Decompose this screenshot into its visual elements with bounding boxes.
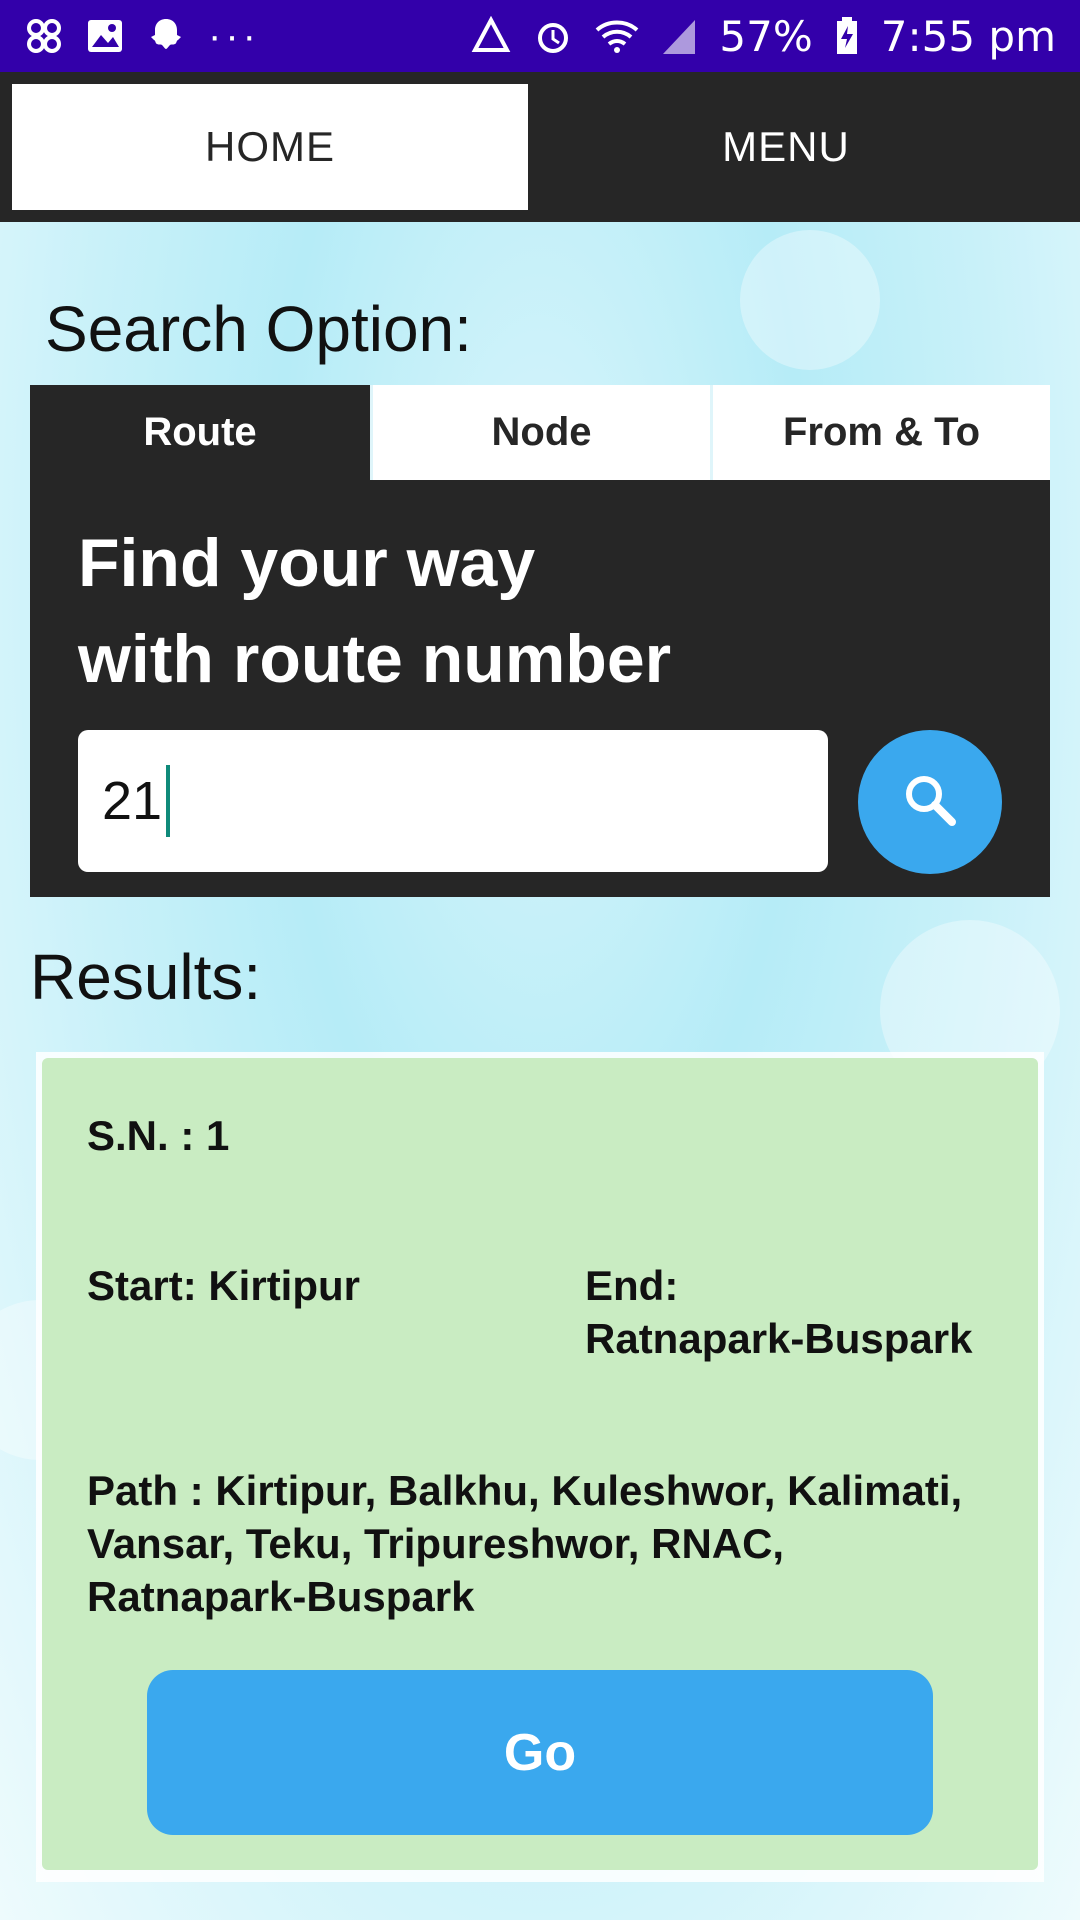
search-option-title: Search Option: [45,293,472,365]
result-path-line-2: Vansar, Teku, Tripureshwor, RNAC, [87,1520,785,1567]
headline-line-1: Find your way [78,525,536,601]
pinwheel-icon [24,16,64,56]
menu-tab[interactable]: MENU [528,84,1044,210]
search-icon [898,768,962,837]
headline: Find your way with route number [78,515,671,707]
results-title: Results: [30,941,262,1013]
result-sn: S.N. : 1 [87,1112,230,1159]
result-path-line-3: Ratnapark-Buspark [87,1573,475,1620]
headline-line-2: with route number [78,621,672,697]
clock: 7:55 pm [880,11,1056,61]
result-start: Start: Kirtipur [87,1262,360,1309]
alarm-icon [533,16,573,56]
snapchat-icon [146,16,186,56]
route-number-value: 21 [102,771,163,831]
tab-node[interactable]: Node [370,385,710,480]
data-saver-icon [471,16,511,56]
result-path: Path : Kirtipur, Balkhu, Kuleshwor, Kali… [87,1464,962,1623]
result-end-label: End: [585,1262,679,1309]
status-bar-left: ··· [24,14,260,59]
text-caret [166,765,171,837]
search-button[interactable] [858,730,1002,874]
tab-from-to[interactable]: From & To [710,385,1050,480]
search-panel: Route Node From & To Find your way with … [30,385,1050,897]
battery-charging-icon [835,16,859,56]
status-bar-right: 57% 7:55 pm [471,12,1056,61]
battery-percent: 57% [719,11,813,61]
status-bar: ··· 57% 7:55 pm [0,0,1080,72]
background-bubble [740,230,880,370]
signal-icon [661,16,697,56]
result-path-line-1: Path : Kirtipur, Balkhu, Kuleshwor, Kali… [87,1467,963,1514]
top-nav: HOME MENU [0,72,1080,222]
search-tabs: Route Node From & To [30,385,1050,480]
go-button[interactable]: Go [147,1670,933,1835]
route-number-input[interactable]: 21 [78,730,828,872]
wifi-icon [595,16,639,56]
result-end-value: Ratnapark-Buspark [585,1315,973,1362]
image-icon [86,17,124,55]
home-tab[interactable]: HOME [12,84,528,210]
more-dots-icon: ··· [208,13,260,58]
tab-route[interactable]: Route [30,385,370,480]
result-end: End: Ratnapark-Buspark [585,1259,972,1365]
